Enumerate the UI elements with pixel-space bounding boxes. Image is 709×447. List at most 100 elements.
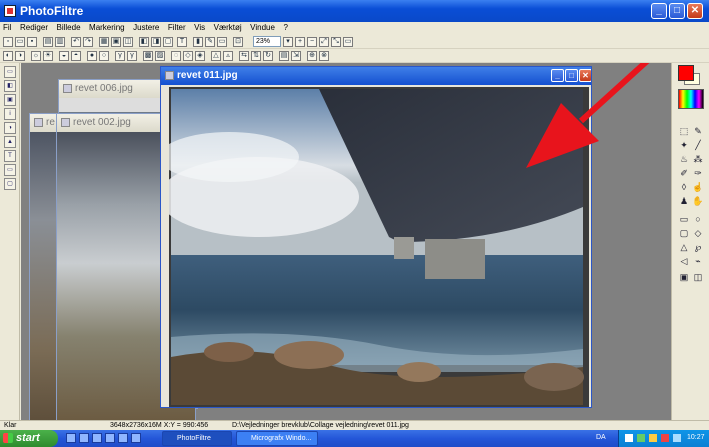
triangle-icon[interactable]: △ [678,241,690,253]
fill-bucket-icon[interactable]: ♨ [678,153,690,165]
contrast-plus-icon[interactable]: ◒ [59,51,69,61]
eyedropper-icon[interactable]: ✎ [692,125,704,137]
start-button[interactable]: start [0,430,58,447]
bezier-icon[interactable]: ⌁ [692,255,704,267]
ellipse-icon[interactable]: ○ [692,213,704,225]
auto-level-icon[interactable]: ◐ [3,51,13,61]
sharpen-icon[interactable]: ◇ [183,51,193,61]
drop-outline-icon[interactable]: ▵ [223,51,233,61]
sepia-icon[interactable]: ▨ [155,51,165,61]
close-button[interactable]: ✕ [687,3,703,19]
language-indicator[interactable]: DA [596,434,606,441]
redo-icon[interactable]: ↷ [83,37,93,47]
menu-view[interactable]: Vis [191,22,208,33]
advanced-brush-icon[interactable]: ✑ [692,167,704,179]
magic-wand-icon[interactable]: ✦ [678,139,690,151]
undo-icon[interactable]: ↶ [71,37,81,47]
scan-icon[interactable]: ▥ [55,37,65,47]
exif-icon[interactable]: i [4,108,16,120]
tray-app-icon[interactable] [649,434,657,442]
stamp-icon[interactable]: ♟ [678,195,690,207]
rotate-icon[interactable]: ↻ [263,51,273,61]
grayscale-icon[interactable]: ▩ [143,51,153,61]
print-icon[interactable]: ▤ [43,37,53,47]
flip-horizontal-icon[interactable]: ⇆ [239,51,249,61]
foreground-color-swatch[interactable] [678,65,694,81]
quicklaunch-email-icon[interactable] [79,433,89,443]
zoom-dropdown-icon[interactable]: ▾ [283,37,293,47]
canvas-size-icon[interactable]: ◨ [151,37,161,47]
explorer-icon[interactable]: ◧ [4,80,16,92]
text-tool-icon[interactable]: T [177,37,187,47]
text-style-icon[interactable]: T [4,150,16,162]
plugin-icon[interactable]: ⊕ [307,51,317,61]
quicklaunch-ie-icon[interactable] [66,433,76,443]
brush-icon[interactable]: ✐ [678,167,690,179]
color-balance-icon[interactable]: ◑ [4,122,16,134]
quicklaunch-folder-icon[interactable] [105,433,115,443]
frame-icon[interactable]: ▢ [163,37,173,47]
menu-image[interactable]: Billede [54,22,84,33]
document-window-revet-011[interactable]: revet 011.jpg _ □ ✕ [160,66,592,408]
copy-icon[interactable]: ▣ [111,37,121,47]
clock[interactable]: 10:27 [687,434,705,441]
flip-vertical-icon[interactable]: ⇅ [251,51,261,61]
doc-minimize-button[interactable]: _ [551,69,564,82]
diamond-icon[interactable]: ◇ [692,227,704,239]
minimize-button[interactable]: _ [651,3,667,19]
zoom-select[interactable]: 23% [253,36,281,47]
menu-help[interactable]: ? [280,22,290,33]
menu-filter[interactable]: Filter [165,22,189,33]
tray-network-icon[interactable] [625,434,633,442]
full-screen-icon[interactable]: ⤡ [331,37,341,47]
line-icon[interactable]: ╱ [692,139,704,151]
module-icon[interactable]: ⊗ [319,51,329,61]
levels-icon[interactable]: ▲ [4,136,16,148]
save-icon[interactable]: ▪ [27,37,37,47]
zoom-in-icon[interactable]: + [295,37,305,47]
image-list-icon[interactable]: ▤ [279,51,289,61]
contrast-minus-icon[interactable]: ◓ [71,51,81,61]
taskbar-item-photofiltre[interactable]: PhotoFiltre [162,431,232,446]
menu-edit[interactable]: Rediger [17,22,51,33]
rectangle-icon[interactable]: ▭ [678,213,690,225]
maximize-button[interactable]: □ [669,3,685,19]
window-icon[interactable]: ▭ [217,37,227,47]
brightness-minus-icon[interactable]: ☀ [43,51,53,61]
menu-adjust[interactable]: Justere [130,22,162,33]
smudge-icon[interactable]: ☝ [692,181,704,193]
brightness-plus-icon[interactable]: ☼ [31,51,41,61]
soften-icon[interactable]: ◈ [195,51,205,61]
image-size-icon[interactable]: ◧ [139,37,149,47]
gamma-minus-icon[interactable]: γ [127,51,137,61]
brush-icon[interactable]: ✎ [205,37,215,47]
crop-icon[interactable]: ◫ [123,37,133,47]
paste-new-icon[interactable]: ▭ [4,66,16,78]
quicklaunch-desktop-icon[interactable] [118,433,128,443]
quicklaunch-app-icon[interactable] [131,433,141,443]
menu-file[interactable]: Fil [0,22,14,33]
taskbar-item-micrografx[interactable]: Micrografx Windo... [236,431,318,446]
quicklaunch-media-icon[interactable] [92,433,102,443]
clone-icon[interactable]: ✋ [692,195,704,207]
drop-icon[interactable]: △ [211,51,221,61]
lasso-icon[interactable]: ℘ [692,241,704,253]
saturation-minus-icon[interactable]: ○ [99,51,109,61]
doc-maximize-button[interactable]: □ [565,69,578,82]
menu-tools[interactable]: Værktøj [211,22,245,33]
photofiltre-app-icon[interactable] [4,5,16,17]
new-file-icon[interactable]: ▫ [3,37,13,47]
selection-arrow-icon[interactable]: ⬚ [678,125,690,137]
paste-icon[interactable]: ▦ [99,37,109,47]
tray-security-icon[interactable] [637,434,645,442]
monitor-icon[interactable]: ▭ [343,37,353,47]
tray-volume-icon[interactable] [673,434,681,442]
auto-contrast-icon[interactable]: ◑ [15,51,25,61]
select-all-icon[interactable]: ▣ [678,271,690,283]
saturation-plus-icon[interactable]: ● [87,51,97,61]
menu-window[interactable]: Vindue [247,22,278,33]
spray-icon[interactable]: ⁂ [692,153,704,165]
fit-icon[interactable]: ⊡ [233,37,243,47]
open-folder-icon[interactable]: ▭ [15,37,25,47]
transform-icon[interactable]: ⇲ [291,51,301,61]
